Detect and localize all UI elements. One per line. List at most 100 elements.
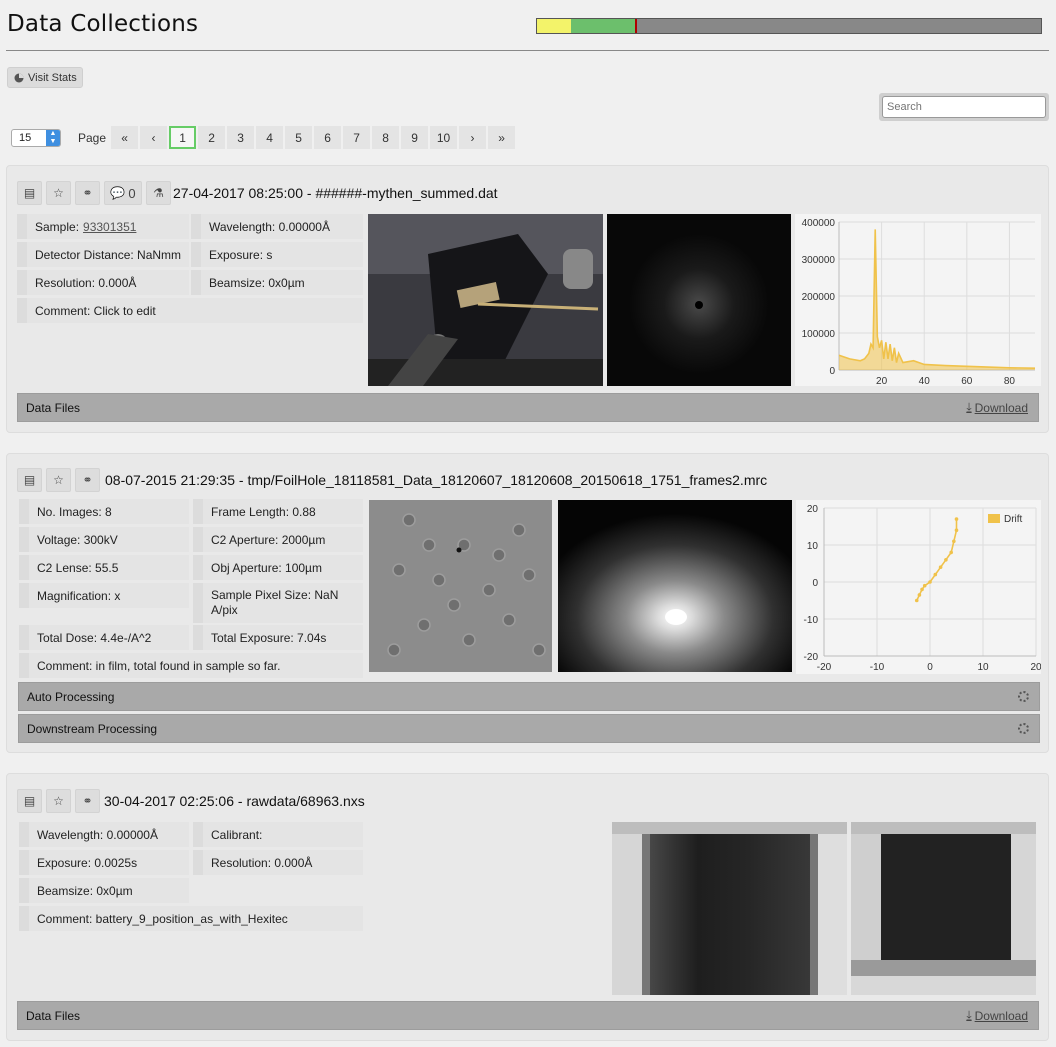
page-4-button[interactable]: 4	[256, 126, 284, 149]
xray-image-2[interactable]	[851, 822, 1036, 995]
c2-lense-field: C2 Lense: 55.5	[19, 555, 189, 580]
book-icon[interactable]: ▤	[17, 181, 42, 205]
data-files-label: Data Files	[26, 1008, 81, 1023]
particle	[502, 613, 516, 627]
download-link[interactable]: ⤓ Download	[966, 1008, 1028, 1023]
micrograph-image[interactable]	[369, 500, 552, 672]
page-8-button[interactable]: 8	[372, 126, 400, 149]
page-9-button[interactable]: 9	[401, 126, 429, 149]
xray-image-1[interactable]	[612, 822, 847, 995]
last-page-button[interactable]: »	[488, 126, 516, 149]
y-tick-label: 0	[829, 366, 835, 377]
x-tick-label: -10	[870, 662, 885, 673]
data-point	[933, 572, 938, 577]
link-icon[interactable]: ⚭	[75, 789, 100, 813]
resolution-field: Resolution: 0.000Å	[17, 270, 189, 295]
total-dose-field: Total Dose: 4.4e-/A^2	[19, 625, 189, 650]
data-point	[917, 593, 922, 597]
link-icon[interactable]: ⚭	[75, 181, 100, 205]
c2-aperture-field: C2 Aperture: 2000µm	[193, 527, 363, 552]
collection-title: 30-04-2017 02:25:06 - rawdata/68963.nxs	[104, 793, 365, 809]
sample-field: Sample: 93301351	[17, 214, 189, 239]
page-3-button[interactable]: 3	[227, 126, 255, 149]
sample-label: Sample:	[35, 219, 80, 234]
particle	[432, 573, 446, 587]
y-tick-label: 10	[807, 541, 819, 552]
first-page-button[interactable]: «	[111, 126, 139, 149]
download-link[interactable]: ⤓ Download	[966, 400, 1028, 415]
star-icon[interactable]: ☆	[46, 789, 71, 813]
comments-button[interactable]: 💬 0	[104, 181, 142, 205]
y-tick-label: 400000	[802, 218, 836, 229]
page-6-button[interactable]: 6	[314, 126, 342, 149]
legend-swatch	[988, 514, 1000, 523]
x-tick-label: 40	[919, 376, 931, 386]
loading-spinner-icon	[1018, 691, 1029, 702]
comments-count: 0	[128, 185, 136, 201]
prev-page-button[interactable]: ‹	[140, 126, 168, 149]
per-page-value: 15	[19, 132, 32, 144]
particle	[512, 523, 526, 537]
no-images-field: No. Images: 8	[19, 499, 189, 524]
book-icon[interactable]: ▤	[17, 789, 42, 813]
exposure-field: Exposure: s	[191, 242, 363, 267]
beamsize-field: Beamsize: 0x0µm	[19, 878, 189, 903]
x-tick-label: 60	[961, 376, 973, 386]
download-icon: ⤓	[966, 1008, 972, 1022]
particle	[462, 633, 476, 647]
crystal-snapshot-image[interactable]	[368, 214, 603, 386]
diffraction-image[interactable]	[607, 214, 791, 386]
total-exposure-field: Total Exposure: 7.04s	[193, 625, 363, 650]
comment-field[interactable]: Comment: Click to edit	[17, 298, 363, 323]
comment-icon: 💬	[110, 186, 126, 200]
next-page-button[interactable]: ›	[459, 126, 487, 149]
wavelength-field: Wavelength: 0.00000Å	[191, 214, 363, 239]
link-icon[interactable]: ⚭	[75, 468, 100, 492]
data-files-bar[interactable]: Data Files ⤓ Download	[17, 1001, 1039, 1030]
data-collection-card: ▤ ☆ ⚭ 30-04-2017 02:25:06 - rawdata/6896…	[6, 773, 1049, 1041]
page-5-button[interactable]: 5	[285, 126, 313, 149]
collection-title: 27-04-2017 08:25:00 - ######-mythen_summ…	[173, 185, 498, 201]
page-10-button[interactable]: 10	[430, 126, 458, 149]
book-icon[interactable]: ▤	[17, 468, 42, 492]
frame-length-field: Frame Length: 0.88	[193, 499, 363, 524]
x-tick-label: 80	[1004, 376, 1016, 386]
loading-spinner-icon	[1018, 723, 1029, 734]
downstream-processing-bar[interactable]: Downstream Processing	[18, 714, 1040, 743]
search-input[interactable]	[882, 96, 1046, 118]
particle	[402, 513, 416, 527]
page-title: Data Collections	[7, 11, 199, 37]
star-icon[interactable]: ☆	[46, 468, 71, 492]
header-divider	[6, 50, 1049, 51]
resolution-field: Resolution: 0.000Å	[193, 850, 363, 875]
pagination: Page « ‹ 1 2 3 4 5 6 7 8 9 10 › »	[75, 126, 516, 149]
data-point	[952, 539, 956, 544]
page-1-button[interactable]: 1	[169, 126, 197, 149]
x-tick-label: 20	[1030, 662, 1041, 673]
drift-chart-svg: 20100-10-20-20 -10 0 10 20Drift	[796, 500, 1041, 674]
page-7-button[interactable]: 7	[343, 126, 371, 149]
data-point	[920, 587, 924, 592]
sample-link[interactable]: 93301351	[83, 220, 136, 234]
flask-icon[interactable]: ⚗	[146, 181, 171, 205]
fft-image[interactable]	[558, 500, 792, 672]
page-label: Page	[78, 130, 107, 145]
download-label: Download	[974, 1008, 1028, 1023]
pixel-size-field: Sample Pixel Size: NaN A/pix	[193, 583, 363, 623]
star-icon[interactable]: ☆	[46, 181, 71, 205]
data-files-label: Data Files	[26, 400, 81, 415]
page-2-button[interactable]: 2	[198, 126, 226, 149]
auto-processing-bar[interactable]: Auto Processing	[18, 682, 1040, 711]
per-page-select[interactable]: 15 ▲ ▼	[11, 129, 61, 147]
pie-chart-icon	[14, 73, 24, 82]
data-point	[928, 580, 932, 584]
chart-background	[796, 500, 1041, 674]
particle	[422, 538, 436, 552]
mythen-chart-svg: 400000 300000 200000 100000 0 20 40 60 80	[795, 214, 1041, 386]
comment-field[interactable]: Comment: battery_9_position_as_with_Hexi…	[19, 906, 363, 931]
y-tick-label: -10	[804, 615, 819, 626]
comment-field[interactable]: Comment: in film, total found in sample …	[19, 653, 363, 678]
x-tick-label: 10	[977, 662, 989, 673]
visit-stats-button[interactable]: Visit Stats	[7, 67, 83, 88]
data-files-bar[interactable]: Data Files ⤓ Download	[17, 393, 1039, 422]
